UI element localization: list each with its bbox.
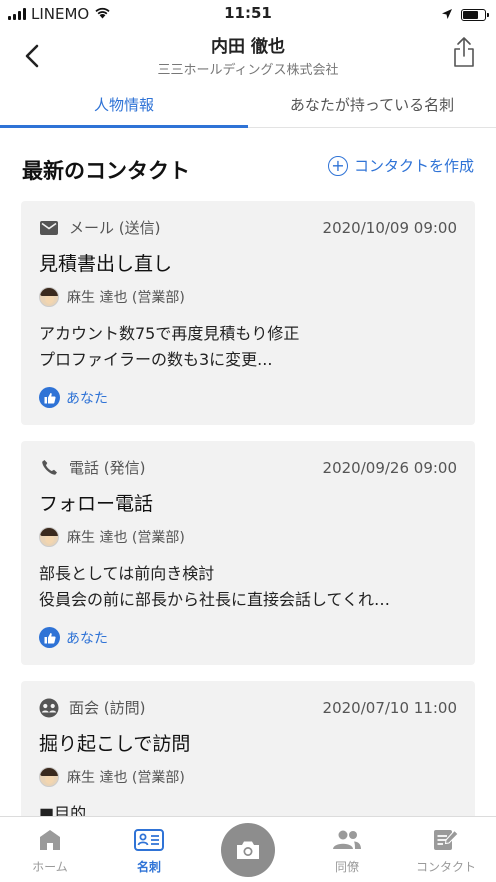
- phone-icon: [39, 458, 59, 478]
- card-header: 面会 (訪問) 2020/07/10 11:00: [39, 697, 457, 718]
- body-line: 部長としては前向き検討: [39, 564, 215, 583]
- nav-home[interactable]: ホーム: [0, 827, 100, 875]
- camera-button[interactable]: [221, 823, 275, 877]
- contact-date: 2020/10/09 09:00: [322, 218, 457, 237]
- contact-edit-icon: [396, 827, 496, 853]
- tab-indicator: [0, 125, 248, 128]
- nav-contacts[interactable]: コンタクト: [396, 827, 496, 875]
- contact-type: メール (送信): [69, 219, 161, 237]
- contact-title: フォロー電話: [39, 493, 154, 515]
- share-button[interactable]: [448, 32, 480, 72]
- create-contact-button[interactable]: + コンタクトを作成: [327, 155, 474, 176]
- meeting-icon: [39, 698, 59, 718]
- avatar: [39, 767, 59, 787]
- avatar: [39, 527, 59, 547]
- tab-bar: 人物情報 あなたが持っている名刺: [0, 88, 496, 128]
- tab-your-cards[interactable]: あなたが持っている名刺: [248, 88, 496, 128]
- status-bar: LINEMO 11:51: [0, 0, 496, 26]
- battery-icon: [461, 9, 489, 21]
- contact-card[interactable]: メール (送信) 2020/10/09 09:00 見積書出し直し 麻生 達也 …: [21, 201, 475, 425]
- contact-body: アカウント数75で再度見積もり修正 プロファイラーの数も3に変更...: [39, 321, 457, 373]
- nav-business-cards-label: 名刺: [136, 860, 161, 874]
- nav-contacts-label: コンタクト: [415, 860, 476, 874]
- like-label: あなた: [66, 630, 108, 647]
- nav-colleagues[interactable]: 同僚: [297, 827, 397, 875]
- like-button[interactable]: あなた: [39, 627, 108, 648]
- contact-person: 麻生 達也 (営業部): [39, 287, 185, 307]
- location-arrow-icon: [441, 6, 453, 24]
- thumbs-up-icon: [39, 387, 60, 408]
- contact-body: 部長としては前向き検討 役員会の前に部長から社長に直接会話してくれ…: [39, 561, 457, 613]
- body-line: 役員会の前に部長から社長に直接会話してくれ…: [39, 590, 391, 609]
- section-title: 最新のコンタクト: [22, 159, 190, 183]
- avatar: [39, 287, 59, 307]
- contact-type: 電話 (発信): [69, 459, 146, 477]
- thumbs-up-icon: [39, 627, 60, 648]
- contact-person: 麻生 達也 (営業部): [39, 527, 185, 547]
- contact-date: 2020/07/10 11:00: [322, 698, 457, 717]
- nav-colleagues-label: 同僚: [334, 860, 359, 874]
- contact-person: 麻生 達也 (営業部): [39, 767, 185, 787]
- nav-home-label: ホーム: [32, 860, 68, 874]
- body-line: プロファイラーの数も3に変更...: [39, 350, 273, 369]
- contact-title: 掘り起こしで訪問: [39, 733, 191, 755]
- contact-card[interactable]: 電話 (発信) 2020/09/26 09:00 フォロー電話 麻生 達也 (営…: [21, 441, 475, 665]
- contact-date: 2020/09/26 09:00: [322, 458, 457, 477]
- contact-title: 見積書出し直し: [39, 253, 173, 275]
- person-name: 麻生 達也 (営業部): [67, 530, 185, 546]
- page-title: 内田 徹也: [211, 37, 285, 57]
- share-icon: [454, 37, 474, 67]
- nav-business-cards[interactable]: 名刺: [99, 827, 199, 875]
- bottom-nav: ホーム 名刺 同僚 コンタクト: [0, 816, 496, 882]
- card-header: メール (送信) 2020/10/09 09:00: [39, 217, 457, 238]
- like-label: あなた: [66, 390, 108, 407]
- card-header: 電話 (発信) 2020/09/26 09:00: [39, 457, 457, 478]
- mail-icon: [39, 218, 59, 238]
- home-icon: [0, 827, 100, 853]
- status-right: [441, 6, 489, 24]
- header: 内田 徹也 三三ホールディングス株式会社: [0, 26, 496, 86]
- business-card-icon: [99, 827, 199, 853]
- like-button[interactable]: あなた: [39, 387, 108, 408]
- person-name: 麻生 達也 (営業部): [67, 770, 185, 786]
- colleagues-icon: [297, 827, 397, 853]
- create-contact-label: コンタクトを作成: [353, 157, 474, 175]
- contact-type: 面会 (訪問): [69, 699, 146, 717]
- person-name: 麻生 達也 (営業部): [67, 290, 185, 306]
- camera-icon: [237, 841, 259, 859]
- tab-person-info[interactable]: 人物情報: [0, 88, 248, 128]
- status-time: 11:51: [224, 4, 272, 22]
- body-line: アカウント数75で再度見積もり修正: [39, 324, 300, 343]
- company-name: 三三ホールディングス株式会社: [157, 63, 339, 78]
- plus-circle-icon: +: [327, 155, 348, 176]
